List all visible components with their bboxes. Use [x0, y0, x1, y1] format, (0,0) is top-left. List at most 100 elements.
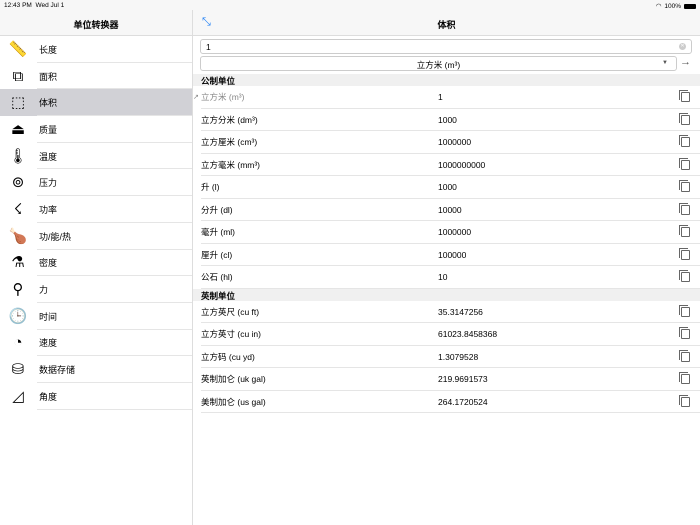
copy-icon[interactable]	[679, 112, 690, 125]
unit-row[interactable]: 美制加仑 (us gal) 264.1720524	[193, 391, 700, 414]
clear-icon[interactable]: ✕	[679, 43, 686, 50]
battery-icon	[684, 3, 696, 9]
unit-value: 10000	[438, 204, 462, 215]
sidebar-item[interactable]: 📏 长度	[0, 36, 192, 63]
sidebar-item-label: 面积	[39, 71, 58, 82]
sidebar-item[interactable]: ⧉ 面积	[0, 63, 192, 90]
current-unit-icon: ↗	[193, 94, 199, 102]
crop-icon: ⧉	[12, 67, 24, 85]
sidebar-item-label: 体积	[39, 98, 58, 109]
speedometer-icon: ◔	[13, 334, 23, 352]
sidebar-item-label: 功/能/热	[39, 231, 72, 242]
sidebar-item-label: 速度	[39, 338, 58, 349]
unit-name: 英制加仑 (uk gal)	[201, 374, 266, 385]
unit-row[interactable]: 立方厘米 (cm³) 1000000	[193, 131, 700, 154]
unit-row[interactable]: 立方英寸 (cu in) 61023.8458368	[193, 323, 700, 346]
force-icon: ⚲	[12, 281, 24, 299]
main-panel: 体积 ⤡ 1 ✕ 立方米 (m³) ▼ → 公制单位 ↗ 立方米 (m³) 1 立方分米 (…	[193, 0, 700, 525]
sidebar-item-label: 温度	[39, 151, 58, 162]
copy-icon[interactable]	[679, 135, 690, 148]
unit-select[interactable]: 立方米 (m³) ▼	[200, 56, 677, 71]
copy-icon[interactable]	[679, 90, 690, 103]
unit-name: 升 (l)	[201, 182, 220, 193]
bulb-icon: ☇	[13, 200, 23, 218]
sidebar-item[interactable]: ⚲ 力	[0, 276, 192, 303]
sidebar-item[interactable]: ◿ 角度	[0, 383, 192, 410]
unit-value: 1000000	[438, 227, 472, 238]
unit-name: 立方厘米 (cm³)	[201, 137, 258, 148]
unit-row[interactable]: ↗ 立方米 (m³) 1	[193, 86, 700, 109]
unit-name: 分升 (dl)	[201, 204, 233, 215]
unit-name: 立方英尺 (cu ft)	[201, 306, 260, 317]
drumstick-icon: 🍗	[8, 227, 28, 245]
unit-row[interactable]: 毫升 (ml) 1000000	[193, 221, 700, 244]
copy-icon[interactable]	[679, 304, 690, 317]
copy-icon[interactable]	[679, 157, 690, 170]
status-date: Wed Jul 1	[35, 2, 65, 9]
sidebar-item[interactable]: ☇ 功率	[0, 196, 192, 223]
sidebar-item[interactable]: ⚗ 密度	[0, 250, 192, 277]
sidebar-item-label: 数据存储	[39, 365, 76, 376]
unit-row[interactable]: 立方码 (cu yd) 1.3079528	[193, 346, 700, 369]
unit-row[interactable]: 厘升 (cl) 100000	[193, 244, 700, 267]
unit-row[interactable]: 升 (l) 1000	[193, 176, 700, 199]
section-header: 公制单位	[193, 74, 700, 86]
chevron-down-icon: ▼	[662, 60, 668, 66]
sidebar-item-label: 压力	[39, 178, 58, 189]
unit-value: 1000000	[438, 137, 472, 148]
sidebar-item[interactable]: ◔ 速度	[0, 330, 192, 357]
unit-value: 264.1720524	[438, 396, 488, 407]
copy-icon[interactable]	[679, 270, 690, 283]
unit-name: 厘升 (cl)	[201, 249, 233, 260]
clock-icon: 🕒	[8, 307, 28, 325]
section-header: 英制单位	[193, 288, 700, 301]
copy-icon[interactable]	[679, 225, 690, 238]
sidebar-item-label: 功率	[39, 204, 58, 215]
unit-value: 1.3079528	[438, 351, 479, 362]
unit-row[interactable]: 分升 (dl) 10000	[193, 199, 700, 222]
sidebar-item[interactable]: ⊚ 压力	[0, 169, 192, 196]
sidebar-item-label: 质量	[39, 124, 58, 135]
unit-name: 毫升 (ml)	[201, 227, 235, 238]
database-icon: ⛁	[11, 361, 25, 379]
wifi-icon: ◠	[655, 3, 662, 10]
sidebar-item[interactable]: ⛁ 数据存储	[0, 356, 192, 383]
sidebar-item[interactable]: 🌡 温度	[0, 143, 192, 170]
expand-icon[interactable]: ⤡	[202, 16, 211, 29]
unit-value: 35.3147256	[438, 306, 483, 317]
copy-icon[interactable]	[679, 180, 690, 193]
copy-icon[interactable]	[679, 327, 690, 340]
sidebar-item-label: 力	[39, 285, 49, 296]
copy-icon[interactable]	[679, 247, 690, 260]
sidebar-item[interactable]: 🕒 时间	[0, 303, 192, 330]
gauge-icon: ⊚	[11, 174, 25, 192]
copy-icon[interactable]	[679, 372, 690, 385]
copy-icon[interactable]	[679, 349, 690, 362]
copy-icon[interactable]	[679, 394, 690, 407]
cube-icon: ⬚	[10, 94, 26, 112]
unit-name: 立方码 (cu yd)	[201, 351, 255, 362]
unit-value: 61023.8458368	[438, 329, 498, 340]
sidebar-item[interactable]: ⏏ 质量	[0, 116, 192, 143]
copy-icon[interactable]	[679, 202, 690, 215]
beaker-icon: ⚗	[11, 254, 25, 272]
unit-value: 100000	[438, 249, 467, 260]
unit-row[interactable]: 立方英尺 (cu ft) 35.3147256	[193, 301, 700, 324]
unit-value: 10	[438, 272, 448, 283]
sidebar-item[interactable]: 🍗 功/能/热	[0, 223, 192, 250]
value-input[interactable]: 1 ✕	[200, 39, 692, 54]
sidebar-item-label: 时间	[39, 311, 58, 322]
unit-row[interactable]: 公石 (hl) 10	[193, 266, 700, 289]
unit-row[interactable]: 立方毫米 (mm³) 1000000000	[193, 154, 700, 177]
unit-row[interactable]: 英制加仑 (uk gal) 219.9691573	[193, 368, 700, 391]
unit-row[interactable]: 立方分米 (dm³) 1000	[193, 109, 700, 132]
sidebar-item[interactable]: ⬚ 体积	[0, 89, 192, 117]
battery-percent: 100%	[664, 2, 681, 10]
unit-value: 1000	[438, 182, 457, 193]
status-time: 12:43 PM	[4, 2, 32, 9]
arrow-right-icon[interactable]: →	[680, 56, 691, 68]
ruler-icon: 📏	[8, 40, 28, 58]
sidebar-item-label: 密度	[39, 258, 58, 269]
sidebar-item-label: 长度	[39, 44, 58, 55]
unit-value: 1000	[438, 114, 457, 125]
